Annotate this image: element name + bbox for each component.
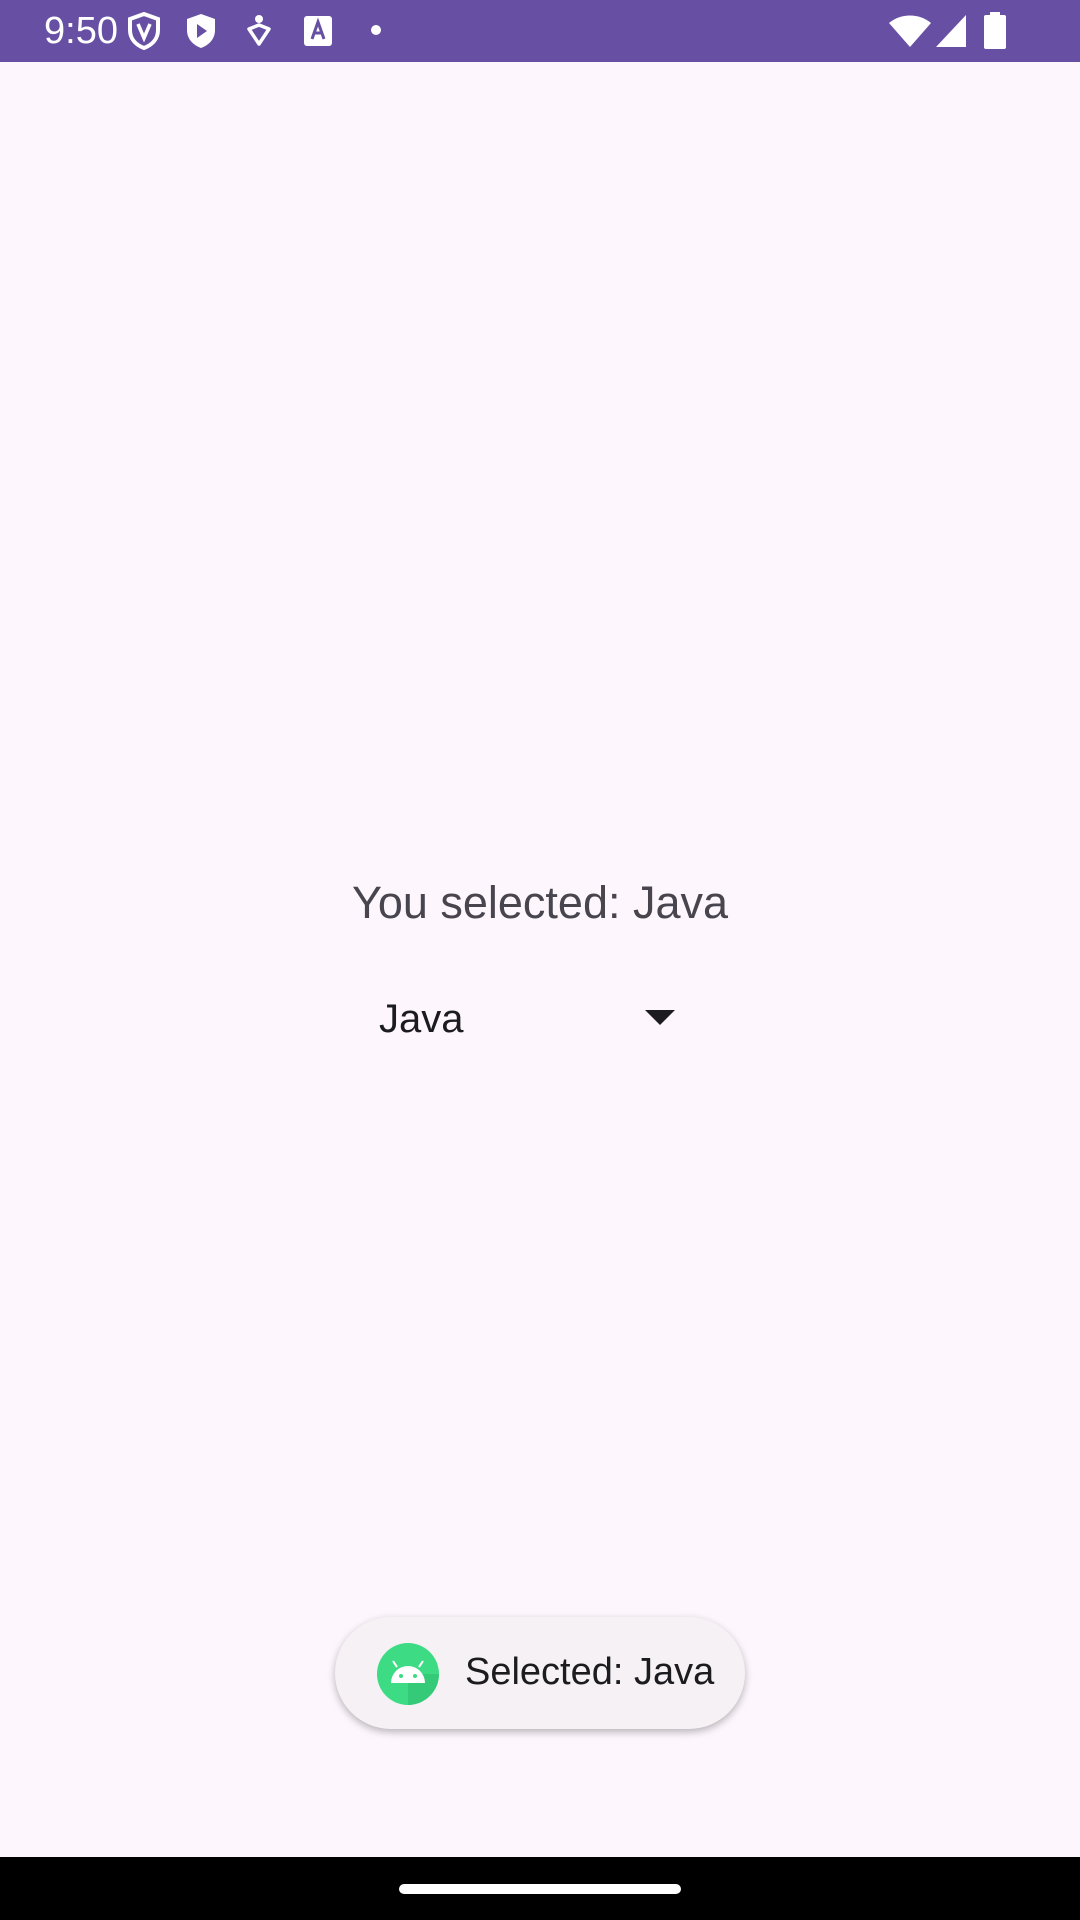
shield-play-icon (184, 12, 218, 50)
home-gesture-handle[interactable] (399, 1884, 681, 1894)
toast-message: Selected: Java (335, 1617, 745, 1729)
arrow-drop-down-icon (645, 1010, 675, 1025)
battery-icon (983, 12, 1007, 50)
status-time: 9:50 (44, 10, 118, 52)
toast-text: Selected: Java (465, 1651, 715, 1693)
navigation-bar (0, 1857, 1080, 1920)
spinner-selected-value: Java (379, 997, 464, 1041)
selected-language-text: You selected: Java (351, 877, 729, 928)
cellular-signal-icon (935, 14, 967, 48)
text-a-icon (302, 12, 334, 50)
language-spinner[interactable]: Java (360, 985, 690, 1055)
android-app-icon (377, 1643, 439, 1710)
wifi-icon (888, 14, 932, 48)
accessibility-icon (244, 12, 274, 50)
dot-icon (370, 24, 382, 36)
status-bar: 9:50 (0, 0, 1080, 62)
shield-outline-icon (127, 12, 161, 50)
